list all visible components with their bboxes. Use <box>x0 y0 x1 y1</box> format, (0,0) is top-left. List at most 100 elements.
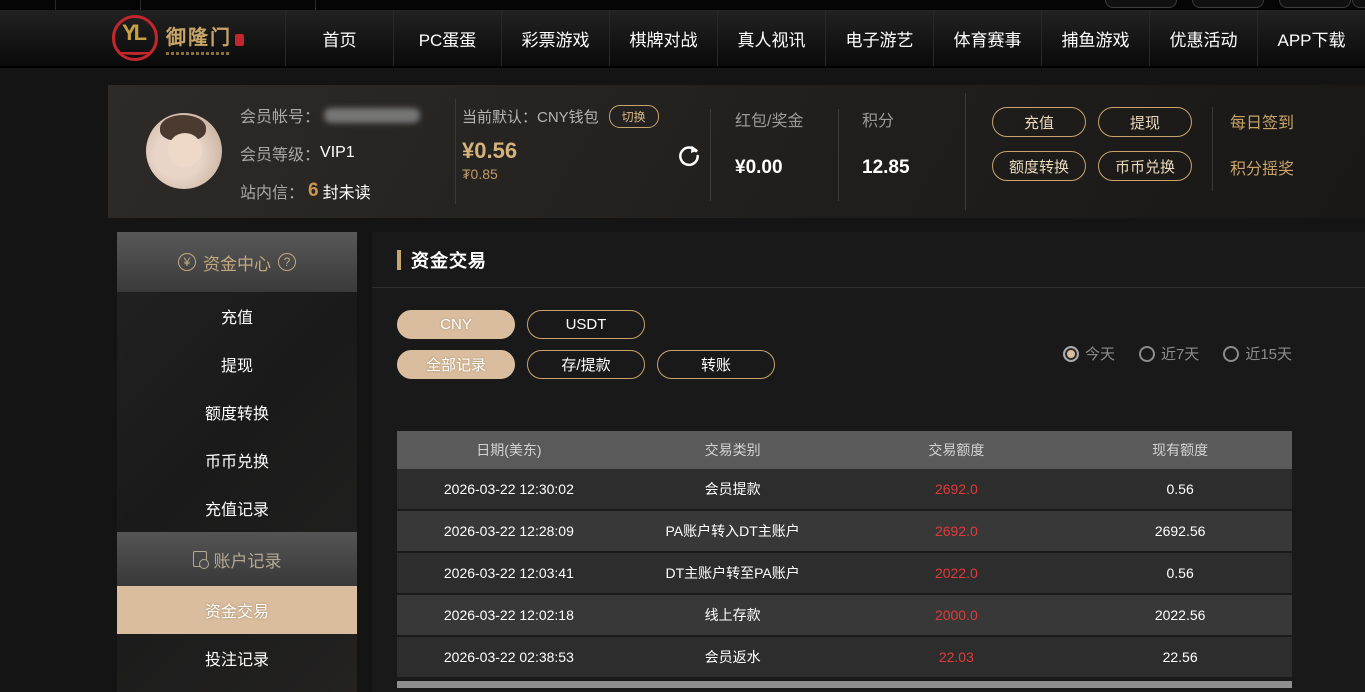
cutoff-button-stub <box>1105 0 1177 8</box>
nav-item-livecasino[interactable]: 真人视讯 <box>717 10 825 66</box>
col-date: 日期(美东) <box>397 440 621 460</box>
radio-7days[interactable]: 近7天 <box>1139 343 1199 364</box>
radio-today[interactable]: 今天 <box>1063 343 1115 364</box>
date-range-radios: 今天 近7天 近15天 <box>1063 343 1292 364</box>
sidebar-item-deposit[interactable]: 充值 <box>117 292 357 340</box>
usdt-balance: ₮0.85 <box>462 166 659 182</box>
nav-item-fishing[interactable]: 捕鱼游戏 <box>1041 10 1149 66</box>
cutoff-button-stub <box>1279 0 1351 8</box>
cny-balance: ¥0.56 <box>462 138 659 164</box>
help-icon[interactable]: ? <box>278 253 296 271</box>
account-records-icon <box>193 551 207 567</box>
col-balance: 现有额度 <box>1068 440 1292 460</box>
currency-tab-usdt[interactable]: USDT <box>527 310 645 339</box>
title-accent-bar <box>397 250 401 270</box>
table-next-row-partial <box>397 681 1292 688</box>
sidebar-item-withdraw[interactable]: 提现 <box>117 340 357 388</box>
divider <box>1212 107 1213 191</box>
default-wallet-label: 当前默认：CNY钱包 <box>462 106 599 127</box>
bonus-value: ¥0.00 <box>735 157 803 179</box>
nav-item-lottery[interactable]: 彩票游戏 <box>501 10 609 66</box>
inbox-suffix: 封未读 <box>323 179 371 203</box>
divider <box>55 0 56 10</box>
nav-item-sports[interactable]: 体育赛事 <box>933 10 1041 66</box>
page-title: 资金交易 <box>411 247 487 273</box>
coin-swap-button[interactable]: 币币兑换 <box>1098 151 1192 181</box>
nav-item-promos[interactable]: 优惠活动 <box>1149 10 1257 66</box>
refresh-balance-icon[interactable] <box>676 143 702 169</box>
table-row: 2026-03-22 02:38:53 会员返水 22.03 22.56 <box>397 637 1292 679</box>
transactions-table: 日期(美东) 交易类别 交易额度 现有额度 2026-03-22 12:30:0… <box>397 431 1292 679</box>
deposit-button[interactable]: 充值 <box>992 107 1086 137</box>
divider <box>315 0 316 10</box>
section-title: 资金中心 <box>203 250 271 275</box>
filter-area: CNY USDT 全部记录 存/提款 转账 今天 近7天 近15天 <box>372 288 1365 379</box>
nav-item-home[interactable]: 首页 <box>285 10 393 66</box>
account-value-redacted <box>324 108 420 123</box>
brand-logo-icon: YL <box>112 15 158 61</box>
main-content: 资金交易 CNY USDT 全部记录 存/提款 转账 今天 近7天 近15天 <box>372 232 1365 692</box>
brand-seal-icon <box>235 34 244 46</box>
points-label: 积分 <box>862 107 910 131</box>
bonus-label: 红包/奖金 <box>735 107 803 131</box>
avatar[interactable] <box>146 113 222 189</box>
quota-transfer-button[interactable]: 额度转换 <box>992 151 1086 181</box>
currency-tab-cny[interactable]: CNY <box>397 310 515 339</box>
sidebar-section-fund-center: ¥ 资金中心 ? <box>117 232 357 292</box>
section-title: 账户记录 <box>214 547 282 572</box>
radio-15days[interactable]: 近15天 <box>1223 343 1292 364</box>
nav-item-boardgame[interactable]: 棋牌对战 <box>609 10 717 66</box>
brand-name: 御隆门 <box>166 27 232 49</box>
points-value: 12.85 <box>862 157 910 179</box>
points-lottery-link[interactable]: 积分摇奖 <box>1230 155 1294 179</box>
col-amount: 交易额度 <box>845 440 1069 460</box>
sidebar-item-deposit-record[interactable]: 充值记录 <box>117 484 357 532</box>
nav-item-app[interactable]: APP下载 <box>1257 10 1365 66</box>
wallet-block: 当前默认：CNY钱包 切换 ¥0.56 ₮0.85 <box>462 105 659 182</box>
radio-dot-icon <box>1063 346 1079 362</box>
filter-tab-all[interactable]: 全部记录 <box>397 350 515 379</box>
switch-wallet-button[interactable]: 切换 <box>609 105 659 128</box>
nav-item-slots[interactable]: 电子游艺 <box>825 10 933 66</box>
filter-tab-transfer[interactable]: 转账 <box>657 350 775 379</box>
divider <box>710 109 711 201</box>
inbox-label: 站内信： <box>240 179 304 203</box>
main-nav: YL 御隆门 首页 PC蛋蛋 彩票游戏 棋牌对战 真人视讯 电子游艺 体育赛事 … <box>0 10 1365 68</box>
logo[interactable]: YL 御隆门 <box>0 10 285 66</box>
inbox-count: 6 <box>308 180 319 202</box>
inbox-row[interactable]: 站内信： 6 封未读 <box>240 179 420 203</box>
level-label: 会员等级： <box>240 141 320 165</box>
sidebar-item-quota-transfer[interactable]: 额度转换 <box>117 388 357 436</box>
sidebar-item-fund-transactions[interactable]: 资金交易 <box>117 586 357 634</box>
points-block: 积分 12.85 <box>862 107 910 179</box>
nav-item-pcdandan[interactable]: PC蛋蛋 <box>393 10 501 66</box>
withdraw-button[interactable]: 提现 <box>1098 107 1192 137</box>
level-row: 会员等级： VIP1 <box>240 141 420 165</box>
yuan-circle-icon: ¥ <box>178 253 196 271</box>
radio-dot-icon <box>1223 346 1239 362</box>
sidebar-item-coin-swap[interactable]: 币币兑换 <box>117 436 357 484</box>
table-header: 日期(美东) 交易类别 交易额度 现有额度 <box>397 431 1292 469</box>
account-row: 会员帐号： <box>240 103 420 127</box>
level-value: VIP1 <box>320 144 355 162</box>
account-summary-panel: 会员帐号： 会员等级： VIP1 站内信： 6 封未读 当前默认：CNY钱包 切… <box>108 85 1365 218</box>
browser-cutoff-strip <box>0 0 1365 10</box>
divider <box>965 93 966 210</box>
divider <box>455 99 456 204</box>
divider <box>838 109 839 201</box>
sidebar: ¥ 资金中心 ? 充值 提现 额度转换 币币兑换 充值记录 账户记录 资金交易 … <box>117 232 357 692</box>
nav-items: 首页 PC蛋蛋 彩票游戏 棋牌对战 真人视讯 电子游艺 体育赛事 捕鱼游戏 优惠… <box>285 10 1365 66</box>
table-row: 2026-03-22 12:28:09 PA账户转入DT主账户 2692.0 2… <box>397 511 1292 553</box>
divider <box>140 0 141 10</box>
table-row: 2026-03-22 12:30:02 会员提款 2692.0 0.56 <box>397 469 1292 511</box>
col-type: 交易类别 <box>621 440 845 460</box>
daily-signin-link[interactable]: 每日签到 <box>1230 109 1294 133</box>
sidebar-item-bet-records[interactable]: 投注记录 <box>117 634 357 682</box>
bonus-block: 红包/奖金 ¥0.00 <box>735 107 803 179</box>
radio-dot-icon <box>1139 346 1155 362</box>
cutoff-button-stub <box>1192 0 1264 8</box>
sidebar-section-account-records: 账户记录 <box>117 532 357 586</box>
filter-tab-deposit-withdraw[interactable]: 存/提款 <box>527 350 645 379</box>
table-row: 2026-03-22 12:02:18 线上存款 2000.0 2022.56 <box>397 595 1292 637</box>
brand-tagline <box>166 52 230 55</box>
